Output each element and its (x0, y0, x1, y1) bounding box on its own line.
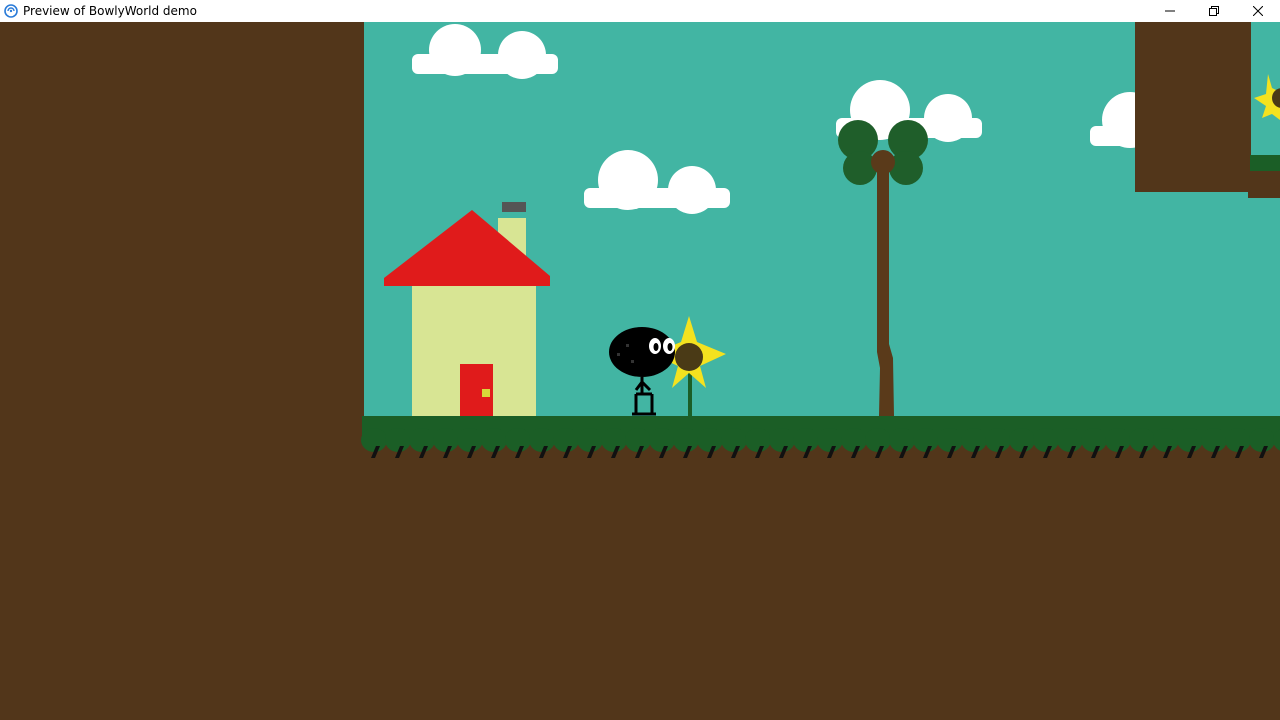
ledge-grass (1250, 155, 1280, 171)
grass-scallop (841, 428, 867, 452)
left-dirt-wall (0, 22, 364, 720)
grass-scallop (889, 428, 915, 452)
grass-scallop (793, 428, 819, 452)
grass-scallop (697, 428, 723, 452)
game-canvas[interactable] (0, 22, 1280, 720)
door-knob (482, 389, 490, 397)
window-titlebar[interactable]: Preview of BowlyWorld demo (0, 0, 1280, 22)
grass-scallop (1081, 428, 1107, 452)
upper-right-dirt-block (1135, 22, 1251, 192)
game-viewport[interactable] (0, 22, 1280, 720)
grass-scallop (1033, 428, 1059, 452)
grass-scallop (1105, 428, 1131, 452)
grass-scallop (673, 428, 699, 452)
minimize-button[interactable] (1148, 0, 1192, 22)
grass-scallop (1129, 428, 1155, 452)
player-speck (626, 344, 629, 347)
palm-coconut (871, 150, 895, 174)
grass-scallop (1153, 428, 1179, 452)
grass-scallop (433, 428, 459, 452)
window-title: Preview of BowlyWorld demo (23, 4, 197, 18)
chimney-cap (502, 202, 526, 212)
grass-scallop (769, 428, 795, 452)
grass-scallop (1249, 428, 1275, 452)
grass-scallop (529, 428, 555, 452)
grass-scallop (1177, 428, 1203, 452)
grass-scallop (385, 428, 411, 452)
player-pupil (667, 343, 673, 351)
grass-scallop (505, 428, 531, 452)
grass-scallop (961, 428, 987, 452)
grass-scallop (649, 428, 675, 452)
grass-scallop (937, 428, 963, 452)
sunflower-center (675, 343, 703, 371)
grass-scallop (745, 428, 771, 452)
underground-dirt (364, 442, 1280, 720)
grass-scallop (913, 428, 939, 452)
restore-button[interactable] (1192, 0, 1236, 22)
close-icon (1253, 6, 1263, 16)
close-button[interactable] (1236, 0, 1280, 22)
grass-scallop (1009, 428, 1035, 452)
grass-scallop (1201, 428, 1227, 452)
grass-scallop (481, 428, 507, 452)
sunflower-stem (688, 370, 692, 416)
grass-scallop (865, 428, 891, 452)
grass-scallop (409, 428, 435, 452)
minimize-icon (1165, 6, 1175, 16)
window-controls (1148, 0, 1280, 22)
grass-scallop (1225, 428, 1251, 452)
grass-scallop (985, 428, 1011, 452)
game-engine-icon (4, 4, 18, 18)
restore-icon (1209, 6, 1219, 16)
grass-scallop (361, 428, 387, 452)
player-speck (617, 353, 620, 356)
grass-scallop (817, 428, 843, 452)
player-speck (631, 360, 634, 363)
grass-scallop (601, 428, 627, 452)
grass-scallop (577, 428, 603, 452)
grass-scallop (457, 428, 483, 452)
grass-scallop (553, 428, 579, 452)
grass-scallop (1057, 428, 1083, 452)
grass-scallop (721, 428, 747, 452)
player-pupil (653, 343, 659, 351)
grass-scallop (625, 428, 651, 452)
